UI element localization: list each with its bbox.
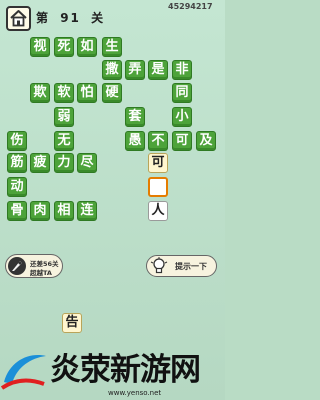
top-bar: 第 91 关 45294217	[0, 0, 225, 34]
board-tile: 人	[148, 201, 168, 221]
board-tile: 生	[102, 37, 122, 57]
board-tile: 尽	[77, 153, 97, 173]
skip-line-2: 超越TA	[30, 269, 52, 277]
board-tile: 相	[54, 201, 74, 221]
swoosh-logo-icon	[0, 355, 46, 390]
board-tile: 同	[172, 83, 192, 103]
board-tile: 软	[54, 83, 74, 103]
board-tile: 死	[54, 37, 74, 57]
game-stage: 第 91 关 45294217 视死如生撒弄是非欺软怕硬同弱套小伤无愚不可及筋疲…	[0, 0, 225, 400]
rocket-icon	[8, 257, 26, 275]
board-tile: 肉	[30, 201, 50, 221]
board-tile: 视	[30, 37, 50, 57]
board-tile: 怕	[77, 83, 97, 103]
board-tile: 愚	[125, 131, 145, 151]
board-tile: 弄	[125, 60, 145, 80]
level-prefix: 第	[36, 11, 51, 25]
board-tile: 硬	[102, 83, 122, 103]
home-button[interactable]	[6, 6, 31, 31]
board-tile: 如	[77, 37, 97, 57]
board-tile: 欺	[30, 83, 50, 103]
hint-label: 提示一下	[175, 262, 207, 271]
board-tile: 伤	[7, 131, 27, 151]
level-suffix: 关	[91, 11, 106, 25]
level-title: 第 91 关	[36, 9, 109, 27]
board-tile-selected[interactable]	[148, 177, 168, 197]
board-tile: 非	[172, 60, 192, 80]
watermark-url: www.yenso.net	[108, 389, 162, 397]
board-tile: 无	[54, 131, 74, 151]
skip-level-button[interactable]: 还差56关 超越TA	[5, 254, 63, 278]
board-tile: 筋	[7, 153, 27, 173]
player-id: 45294217	[168, 2, 213, 11]
board-tile: 动	[7, 177, 27, 197]
watermark: 炎荥新游网 www.yenso.net	[0, 338, 225, 400]
watermark-text: 炎荥新游网	[50, 352, 201, 388]
board-tile: 小	[172, 107, 192, 127]
board-tile: 撒	[102, 60, 122, 80]
hint-button[interactable]: 提示一下	[146, 255, 217, 277]
board-tile: 力	[54, 153, 74, 173]
lightbulb-icon	[150, 257, 168, 275]
level-number: 91	[60, 11, 81, 25]
home-icon	[10, 10, 27, 27]
board-tile[interactable]: 可	[148, 153, 168, 173]
board-tile: 弱	[54, 107, 74, 127]
board-tile: 是	[148, 60, 168, 80]
board-tile: 疲	[30, 153, 50, 173]
board-tile: 及	[196, 131, 216, 151]
board-tile: 不	[148, 131, 168, 151]
board-tile: 连	[77, 201, 97, 221]
board-tile: 可	[172, 131, 192, 151]
board-tile: 骨	[7, 201, 27, 221]
board-tile: 套	[125, 107, 145, 127]
answer-choice-tile[interactable]: 告	[62, 313, 82, 333]
